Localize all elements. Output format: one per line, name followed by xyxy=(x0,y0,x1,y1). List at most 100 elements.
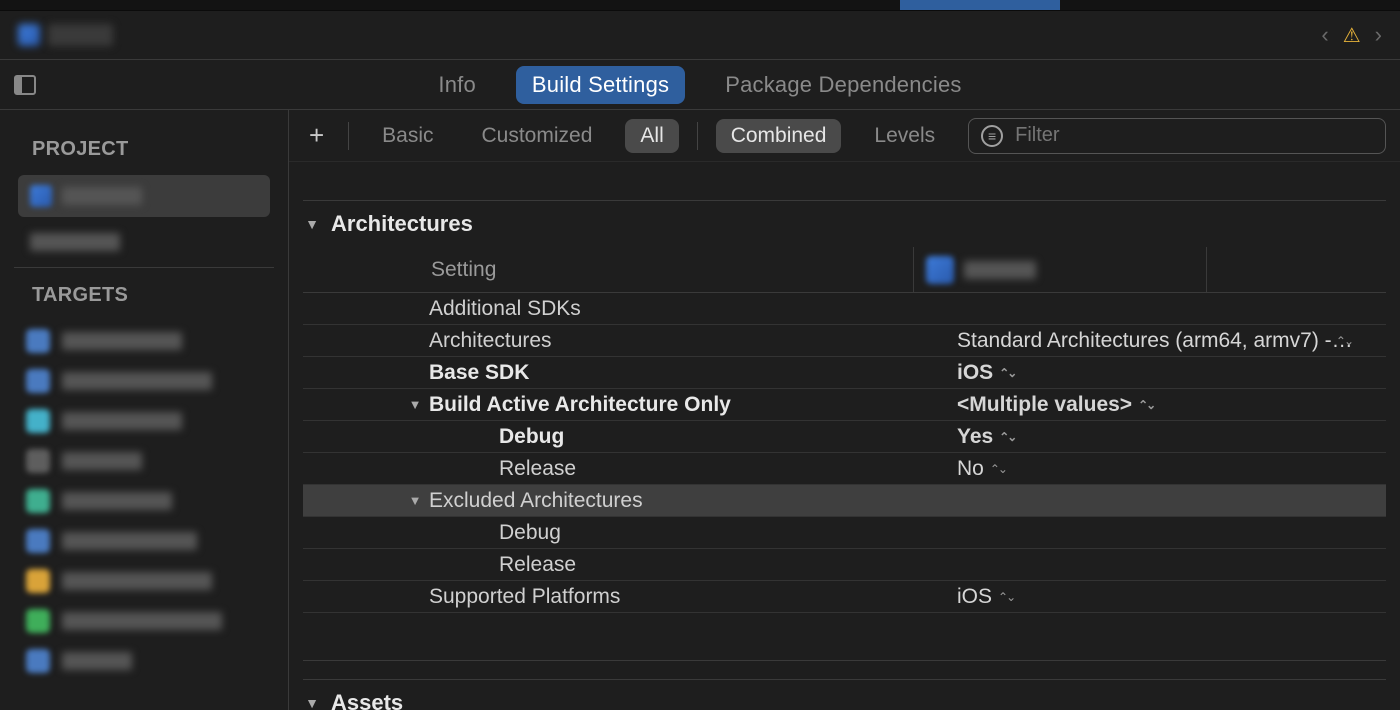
stepper-icon[interactable]: ⌃⌄ xyxy=(998,590,1014,604)
setting-key: Release xyxy=(303,457,935,481)
section-spacer xyxy=(303,613,1386,661)
target-icon xyxy=(26,409,50,433)
tab-build-settings[interactable]: Build Settings xyxy=(516,66,685,104)
active-window-tab[interactable] xyxy=(900,0,1060,10)
divider xyxy=(697,122,698,150)
target-icon xyxy=(26,449,50,473)
warning-icon[interactable]: ⚠ xyxy=(1343,23,1361,48)
filter-field[interactable] xyxy=(968,118,1386,154)
setting-key: Debug xyxy=(303,521,935,545)
target-label xyxy=(62,332,182,350)
setting-key: Additional SDKs xyxy=(303,297,935,321)
target-icon xyxy=(926,256,954,284)
setting-row-baao-debug[interactable]: Debug Yes⌃⌄ xyxy=(303,421,1386,453)
editor-tabbar: ‹ ⚠ › xyxy=(0,11,1400,60)
section-architectures: ▼ Architectures Setting Additional SDKs xyxy=(303,200,1386,661)
nav-back-icon[interactable]: ‹ xyxy=(1321,22,1328,48)
targets-list xyxy=(0,321,288,681)
project-icon xyxy=(18,24,40,46)
project-sidebar: PROJECT TARGETS xyxy=(0,110,289,710)
stepper-icon[interactable]: ⌃⌄ xyxy=(990,462,1006,476)
column-setting-label: Setting xyxy=(303,258,913,282)
setting-value[interactable]: Standard Architectures (arm64, armv7) -…… xyxy=(935,329,1386,353)
target-label xyxy=(62,572,212,590)
scope-customized[interactable]: Customized xyxy=(467,119,608,153)
setting-row-architectures[interactable]: Architectures Standard Architectures (ar… xyxy=(303,325,1386,357)
setting-row-excluded-debug[interactable]: Debug xyxy=(303,517,1386,549)
sidebar-target-item[interactable] xyxy=(0,481,288,521)
target-label xyxy=(62,412,182,430)
sidebar-project-header: PROJECT xyxy=(32,138,288,161)
divider xyxy=(348,122,349,150)
nav-forward-icon[interactable]: › xyxy=(1375,22,1382,48)
setting-value[interactable]: Yes⌃⌄ xyxy=(935,425,1386,449)
sidebar-project-item[interactable] xyxy=(18,175,270,217)
target-icon xyxy=(26,369,50,393)
section-title: Architectures xyxy=(331,211,473,237)
project-icon xyxy=(30,185,52,207)
sidebar-target-item[interactable] xyxy=(0,601,288,641)
setting-value[interactable]: No⌃⌄ xyxy=(935,457,1386,481)
tab-package-dependencies[interactable]: Package Dependencies xyxy=(725,72,961,98)
stepper-icon[interactable]: ⌃⌄ xyxy=(1336,334,1352,348)
stepper-icon[interactable]: ⌃⌄ xyxy=(999,366,1015,380)
target-label xyxy=(62,372,212,390)
chevron-down-icon[interactable]: ▼ xyxy=(407,493,423,508)
filter-icon xyxy=(981,125,1003,147)
target-icon xyxy=(26,489,50,513)
target-label xyxy=(62,612,222,630)
setting-key: ▼ Excluded Architectures xyxy=(303,489,935,513)
target-icon xyxy=(26,529,50,553)
setting-row-additional-sdks[interactable]: Additional SDKs xyxy=(303,293,1386,325)
breadcrumb[interactable] xyxy=(18,24,113,46)
target-icon xyxy=(26,569,50,593)
scope-basic[interactable]: Basic xyxy=(367,119,448,153)
sidebar-toggle-icon[interactable] xyxy=(14,75,36,95)
columns-header: Setting xyxy=(303,247,1386,293)
sidebar-target-item[interactable] xyxy=(0,561,288,601)
target-label xyxy=(62,452,142,470)
window-tab-strip xyxy=(0,0,1400,11)
setting-row-excluded-release[interactable]: Release xyxy=(303,549,1386,581)
target-label xyxy=(62,492,172,510)
sidebar-project-item[interactable] xyxy=(18,227,270,257)
stepper-icon[interactable]: ⌃⌄ xyxy=(1138,398,1154,412)
setting-value[interactable]: iOS⌃⌄ xyxy=(935,585,1386,609)
chevron-down-icon[interactable]: ▼ xyxy=(407,397,423,412)
section-header[interactable]: ▼ Architectures xyxy=(303,200,1386,247)
sidebar-target-item[interactable] xyxy=(0,321,288,361)
tab-info[interactable]: Info xyxy=(438,72,476,98)
sidebar-target-item[interactable] xyxy=(0,641,288,681)
setting-row-baao-release[interactable]: Release No⌃⌄ xyxy=(303,453,1386,485)
setting-row-supported-platforms[interactable]: Supported Platforms iOS⌃⌄ xyxy=(303,581,1386,613)
sidebar-target-item[interactable] xyxy=(0,521,288,561)
settings-toolbar: + Basic Customized All Combined Levels xyxy=(289,110,1400,162)
target-icon xyxy=(26,329,50,353)
filter-input[interactable] xyxy=(1015,124,1373,147)
setting-row-build-active-arch[interactable]: ▼ Build Active Architecture Only <Multip… xyxy=(303,389,1386,421)
setting-row-base-sdk[interactable]: Base SDK iOS⌃⌄ xyxy=(303,357,1386,389)
sidebar-targets-header: TARGETS xyxy=(32,284,288,307)
sidebar-target-item[interactable] xyxy=(0,441,288,481)
build-settings-pane: + Basic Customized All Combined Levels xyxy=(289,110,1400,710)
project-label xyxy=(30,233,120,251)
chevron-down-icon: ▼ xyxy=(303,216,321,232)
section-header[interactable]: ▼ Assets xyxy=(303,679,1386,710)
sidebar-target-item[interactable] xyxy=(0,401,288,441)
view-combined[interactable]: Combined xyxy=(716,119,842,153)
sidebar-target-item[interactable] xyxy=(0,361,288,401)
setting-value[interactable]: <Multiple values>⌃⌄ xyxy=(935,393,1386,417)
setting-value[interactable]: iOS⌃⌄ xyxy=(935,361,1386,385)
stepper-icon[interactable]: ⌃⌄ xyxy=(999,430,1015,444)
breadcrumb-label xyxy=(48,24,113,46)
setting-row-excluded-arch[interactable]: ▼ Excluded Architectures xyxy=(303,485,1386,517)
add-button[interactable]: + xyxy=(303,120,330,151)
target-label xyxy=(62,652,132,670)
view-levels[interactable]: Levels xyxy=(859,119,950,153)
setting-key: Debug xyxy=(303,425,935,449)
scope-all[interactable]: All xyxy=(625,119,678,153)
target-label xyxy=(62,532,197,550)
editor-header: Info Build Settings Package Dependencies xyxy=(0,60,1400,110)
target-icon xyxy=(26,649,50,673)
setting-key: Base SDK xyxy=(303,361,935,385)
